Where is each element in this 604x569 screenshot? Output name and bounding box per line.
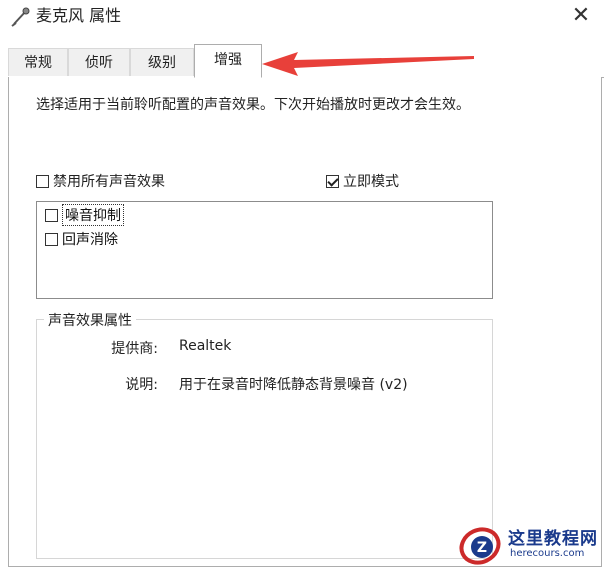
list-item-echo-cancellation[interactable]: 回声消除 — [45, 229, 118, 249]
annotation-arrow-icon — [262, 52, 474, 76]
list-item-noise-suppression[interactable]: 噪音抑制 — [45, 204, 124, 226]
tab-levels[interactable]: 级别 — [130, 48, 194, 76]
watermark: Z 这里教程网 herecours.com — [458, 520, 604, 569]
checkbox-box[interactable] — [45, 208, 58, 222]
immediate-mode-checkbox[interactable]: 立即模式 — [326, 171, 399, 191]
microphone-icon — [11, 7, 30, 27]
watermark-title: 这里教程网 — [508, 529, 598, 549]
disable-all-effects-checkbox[interactable]: 禁用所有声音效果 — [36, 171, 165, 191]
checkbox-box[interactable] — [45, 232, 58, 246]
checkbox-box-checked[interactable] — [326, 174, 339, 188]
description-label: 说明: — [125, 377, 158, 393]
enhancement-description: 选择适用于当前聆听配置的声音效果。下次开始播放时更改才会生效。 — [36, 97, 470, 113]
noise-suppression-label: 噪音抑制 — [62, 204, 124, 226]
title-bar: 麦克风 属性 ✕ — [0, 0, 604, 34]
provider-value: Realtek — [179, 338, 232, 354]
svg-text:Z: Z — [477, 540, 487, 556]
immediate-mode-label: 立即模式 — [343, 174, 399, 190]
tab-listen[interactable]: 侦听 — [68, 48, 130, 76]
watermark-url: herecours.com — [510, 548, 585, 559]
effect-properties-title: 声音效果属性 — [44, 310, 136, 330]
watermark-logo-icon: Z — [459, 527, 501, 565]
close-icon[interactable]: ✕ — [568, 4, 594, 28]
effects-list[interactable]: 噪音抑制 回声消除 — [36, 201, 493, 299]
tab-enhancements[interactable]: 增强 — [194, 44, 262, 78]
window-title: 麦克风 属性 — [36, 6, 122, 25]
provider-label: 提供商: — [111, 341, 158, 357]
checkbox-box[interactable] — [36, 174, 49, 188]
tab-general[interactable]: 常规 — [8, 48, 68, 76]
disable-all-effects-label: 禁用所有声音效果 — [53, 174, 165, 190]
description-value: 用于在录音时降低静态背景噪音 (v2) — [179, 377, 408, 393]
echo-cancellation-label: 回声消除 — [62, 232, 118, 248]
